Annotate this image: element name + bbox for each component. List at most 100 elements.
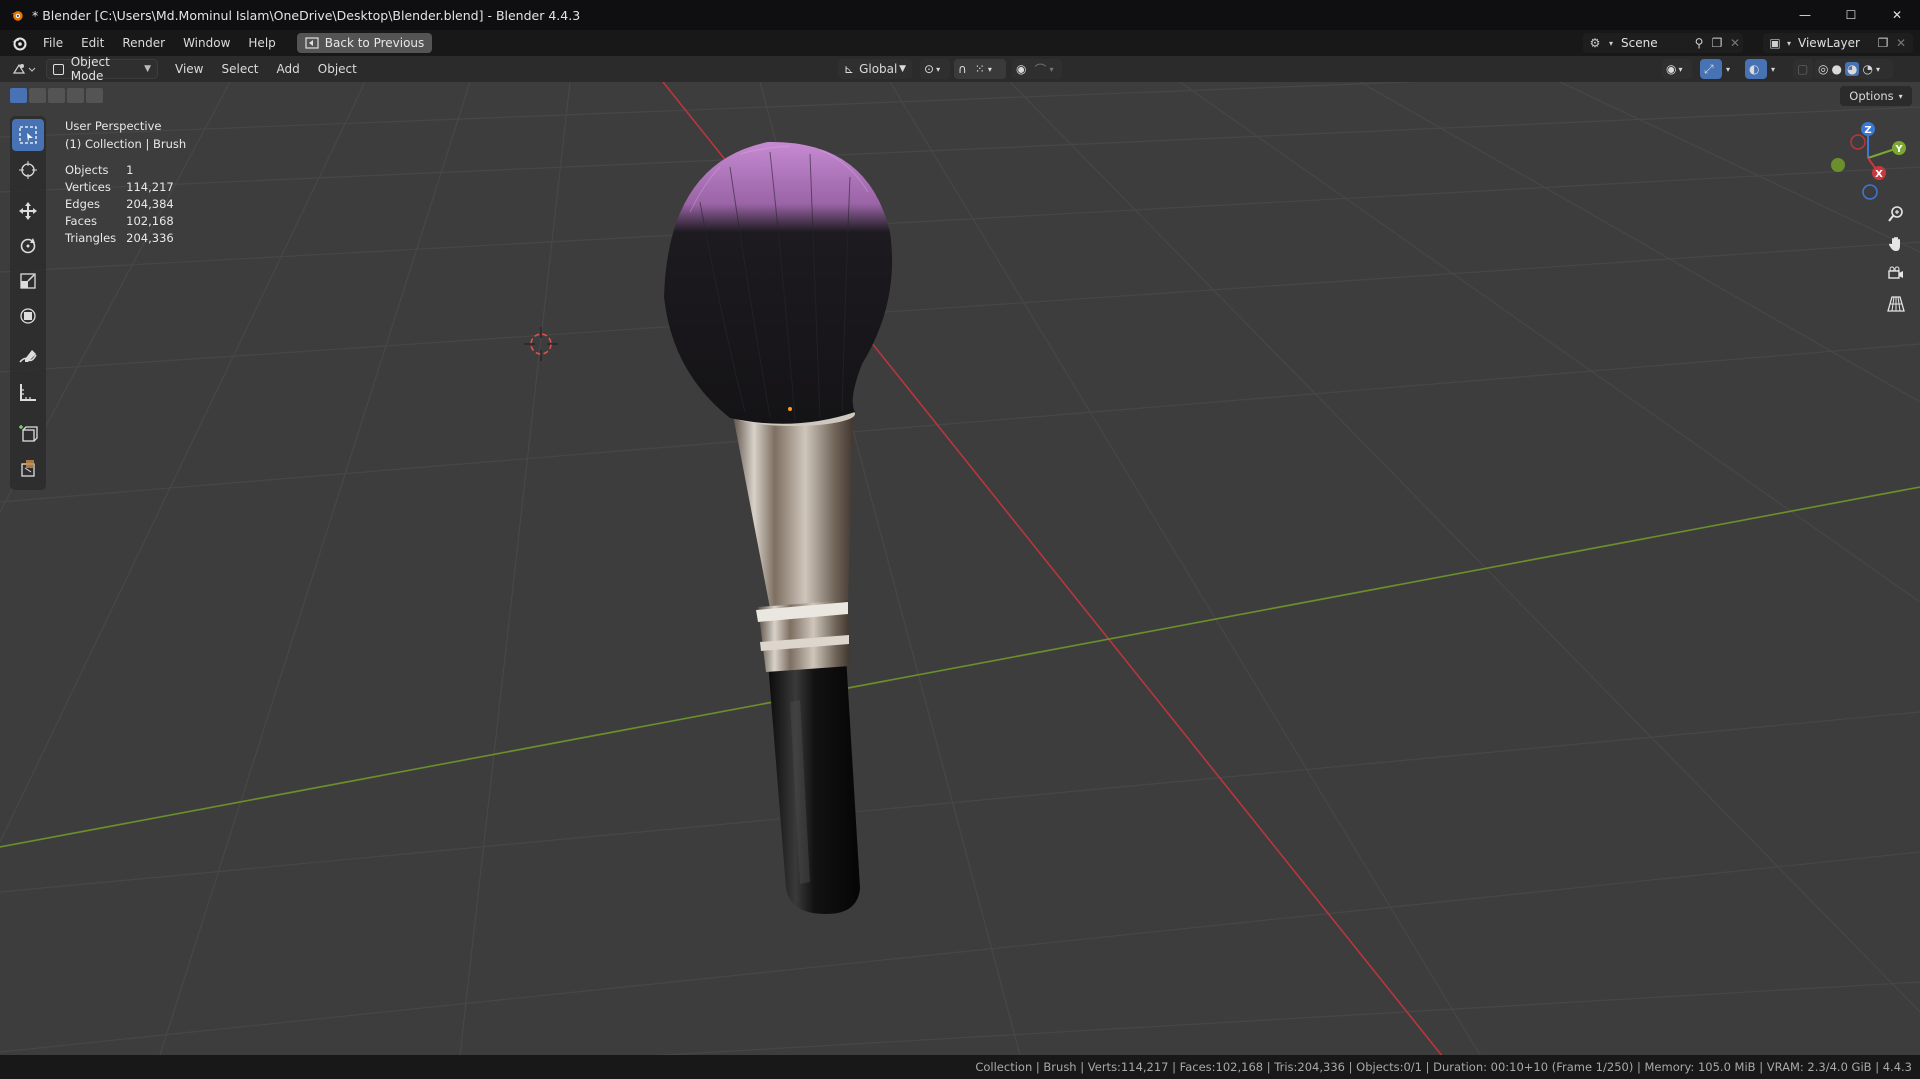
menu-edit[interactable]: Edit (72, 30, 113, 56)
zoom-icon (1888, 206, 1903, 222)
eye-icon: ◉ (1666, 62, 1677, 76)
pin-icon[interactable]: ⚲ (1691, 35, 1707, 51)
zoom-button[interactable] (1881, 200, 1911, 228)
maximize-button[interactable]: ☐ (1828, 0, 1874, 30)
magnet-icon: ∩ (958, 62, 967, 76)
3d-viewport[interactable]: User Perspective (1) Collection | Brush … (0, 82, 1920, 1055)
cursor-tool[interactable] (12, 154, 44, 186)
window-titlebar: * Blender [C:\Users\Md.Mominul Islam\One… (0, 0, 1920, 30)
transform-tool[interactable] (12, 300, 44, 332)
remove-scene-icon[interactable]: ✕ (1727, 35, 1743, 51)
new-view-layer-icon[interactable]: ❐ (1875, 35, 1891, 51)
active-collection-label: (1) Collection | Brush (65, 137, 187, 151)
object-mode-dropdown[interactable]: Object Mode ▼ (46, 55, 158, 83)
camera-view-button[interactable] (1881, 260, 1911, 288)
visibility-dropdown[interactable]: ◉ ▾ (1662, 59, 1692, 79)
chevron-down-icon: ▾ (1678, 64, 1683, 74)
overlays-toggle[interactable]: ◐ ▾ (1745, 59, 1775, 79)
viewport-menu-add[interactable]: Add (268, 62, 309, 76)
negative-z-axis-icon[interactable] (1862, 184, 1878, 200)
x-axis-label: X (1875, 169, 1883, 180)
close-button[interactable]: ✕ (1874, 0, 1920, 30)
gizmo-icon: ⤢ (1704, 61, 1714, 76)
proportional-editing-toggle[interactable]: ◉ ⌒ ▾ (1012, 59, 1062, 79)
select-intersect-icon[interactable] (86, 88, 103, 103)
chevron-down-icon: ▾ (1898, 91, 1903, 101)
viewport-menu-select[interactable]: Select (212, 62, 267, 76)
select-box-tool[interactable] (12, 119, 44, 151)
pivot-point-icon: ⊙ (924, 62, 935, 76)
object-mode-label: Object Mode (70, 55, 110, 83)
remove-view-layer-icon[interactable]: ✕ (1893, 35, 1909, 51)
menu-window[interactable]: Window (174, 30, 239, 56)
options-dropdown[interactable]: Options ▾ (1840, 86, 1912, 106)
perspective-toggle-button[interactable] (1881, 290, 1911, 318)
minimize-button[interactable]: — (1782, 0, 1828, 30)
blender-menu-icon[interactable] (10, 34, 28, 52)
select-box-icon (19, 126, 37, 144)
transform-orientation-dropdown[interactable]: ⊾ Global ▼ (838, 59, 912, 79)
add-mesh-tool[interactable] (12, 452, 44, 484)
select-extend-icon[interactable] (29, 88, 46, 103)
camera-icon (1888, 266, 1903, 279)
solid-shading-icon[interactable]: ● (1831, 62, 1841, 76)
stat-value: 204,384 (126, 197, 174, 211)
back-to-previous-button[interactable]: Back to Previous (296, 33, 433, 53)
blender-app-icon (10, 11, 23, 21)
wireframe-shading-icon[interactable]: ◎ (1818, 62, 1828, 76)
select-subtract-icon[interactable] (48, 88, 65, 103)
stat-label: Edges (65, 197, 100, 211)
maximize-icon: ☐ (1845, 8, 1857, 22)
scene-selector[interactable]: ⚙ ▾ Scene ⚲ ❐ ✕ (1583, 33, 1743, 53)
viewport-menu-view[interactable]: View (166, 62, 212, 76)
select-new-icon[interactable] (10, 88, 27, 103)
minimize-icon: — (1799, 8, 1811, 22)
rendered-shading-icon[interactable]: ◔ (1862, 62, 1872, 76)
material-preview-shading-icon[interactable]: ◕ (1844, 62, 1860, 76)
new-scene-icon[interactable]: ❐ (1709, 35, 1725, 51)
status-bar-info: Collection | Brush | Verts:114,217 | Fac… (975, 1060, 1912, 1074)
xray-icon: ▢ (1797, 62, 1809, 76)
perspective-grid-icon (1887, 296, 1905, 312)
snap-toggle[interactable]: ∩ ⁙ ▾ (954, 59, 1006, 79)
add-cube-icon (19, 425, 38, 442)
add-mesh-icon (21, 460, 35, 477)
gizmo-toggle[interactable]: ⤢ ▾ (1700, 59, 1730, 79)
scale-icon (20, 273, 36, 289)
scale-tool[interactable] (12, 265, 44, 297)
chevron-down-icon: ▼ (144, 64, 151, 74)
negative-y-axis-icon[interactable] (1831, 158, 1845, 172)
stat-value: 102,168 (126, 214, 174, 228)
menu-file[interactable]: File (34, 30, 72, 56)
negative-x-axis-icon[interactable] (1850, 134, 1866, 150)
chevron-down-icon: ▾ (1786, 38, 1791, 48)
xray-toggle[interactable]: ▢ (1793, 59, 1813, 79)
view-layer-selector[interactable]: ▣ ▾ ViewLayer ❐ ✕ (1763, 33, 1913, 53)
navigation-gizmo[interactable]: Z Y X (1820, 120, 1908, 200)
move-tool[interactable] (12, 195, 44, 227)
chevron-down-icon: ▾ (936, 64, 941, 74)
editor-type-button[interactable] (10, 59, 36, 79)
rotate-tool[interactable] (12, 230, 44, 262)
stat-value: 204,336 (126, 231, 174, 245)
add-cube-tool[interactable] (12, 417, 44, 449)
stat-value: 114,217 (126, 180, 174, 194)
annotate-tool[interactable] (12, 341, 44, 373)
viewport-header: Object Mode ▼ View Select Add Object ⊾ G… (0, 55, 1920, 83)
measure-tool[interactable] (12, 376, 44, 408)
select-invert-icon[interactable] (67, 88, 84, 103)
viewport-menu-object[interactable]: Object (309, 62, 366, 76)
view-layer-name: ViewLayer (1798, 36, 1860, 50)
selection-mode-group (10, 88, 103, 103)
window-title: * Blender [C:\Users\Md.Mominul Islam\One… (32, 7, 581, 23)
menu-render[interactable]: Render (113, 30, 174, 56)
stat-label: Objects (65, 163, 109, 177)
object-mode-icon (53, 63, 64, 75)
tool-shelf (10, 116, 46, 490)
menu-help[interactable]: Help (239, 30, 284, 56)
screen-back-icon (305, 37, 319, 49)
top-menubar: File Edit Render Window Help Back to Pre… (0, 30, 1920, 56)
pivot-point-dropdown[interactable]: ⊙ ▾ (920, 59, 950, 79)
pan-button[interactable] (1881, 230, 1911, 258)
falloff-curve-icon: ⌒ (1034, 62, 1047, 77)
